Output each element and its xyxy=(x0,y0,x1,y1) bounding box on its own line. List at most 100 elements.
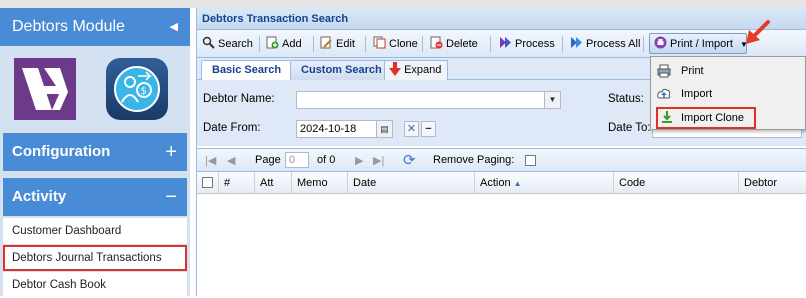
sort-asc-icon: ▲ xyxy=(513,179,522,188)
debtors-app-icon: $ xyxy=(106,58,168,120)
minus-icon[interactable]: − xyxy=(421,121,436,137)
process-icon xyxy=(500,37,511,48)
process-button[interactable]: Process xyxy=(499,35,555,53)
printer-icon xyxy=(657,64,671,78)
company-logo xyxy=(14,58,76,120)
edit-button[interactable]: Edit xyxy=(320,35,355,53)
tab-basic-search[interactable]: Basic Search xyxy=(201,60,293,81)
transaction-search-panel: Debtors Transaction Search Search Add Ed… xyxy=(196,8,806,296)
accordion-configuration[interactable]: Configuration + xyxy=(3,133,187,171)
sidebar-item-debtors-journal-transactions[interactable]: Debtors Journal Transactions xyxy=(3,245,187,271)
collapse-arrow-icon[interactable]: ◀ xyxy=(170,8,178,46)
annotation-arrow-icon xyxy=(746,20,770,44)
column-header[interactable]: # xyxy=(219,172,255,194)
search-label: Search xyxy=(218,38,253,50)
toolbar-separator xyxy=(643,36,644,52)
print-import-icon xyxy=(654,36,667,49)
toolbar-separator xyxy=(313,36,314,52)
page-number-input[interactable]: 0 xyxy=(285,152,309,168)
process-label: Process xyxy=(515,38,555,50)
expand-label: Expand xyxy=(404,64,442,76)
svg-text:$: $ xyxy=(141,86,147,97)
select-all-column[interactable] xyxy=(197,172,219,194)
delete-label: Delete xyxy=(446,38,478,50)
toolbar-separator xyxy=(490,36,491,52)
top-strip xyxy=(0,0,806,8)
column-header[interactable]: Debtor xyxy=(739,172,806,194)
process-all-icon xyxy=(571,37,582,48)
column-header[interactable]: Date xyxy=(348,172,475,194)
collapse-minus-icon[interactable]: − xyxy=(165,178,177,216)
debtor-name-label: Debtor Name: xyxy=(203,93,275,105)
delete-button[interactable]: Delete xyxy=(430,35,478,53)
column-header[interactable]: Memo xyxy=(292,172,348,194)
accordion-activity[interactable]: Activity − xyxy=(3,178,187,216)
clone-label: Clone xyxy=(389,38,418,50)
sidebar-item-debtor-cash-book[interactable]: Debtor Cash Book xyxy=(3,272,187,298)
toolbar-separator xyxy=(562,36,563,52)
add-label: Add xyxy=(282,38,302,50)
sidebar: Debtors Module ◀ $ Configuration + Activ… xyxy=(0,8,190,298)
calendar-icon[interactable]: ▤ xyxy=(376,121,392,137)
download-icon xyxy=(662,111,672,123)
sidebar-item-customer-dashboard[interactable]: Customer Dashboard xyxy=(3,218,187,244)
edit-label: Edit xyxy=(336,38,355,50)
date-from-field[interactable]: 2024-10-18 ▤ xyxy=(296,120,393,138)
select-all-checkbox[interactable] xyxy=(202,177,213,188)
panel-title: Debtors Transaction Search xyxy=(197,8,806,30)
down-arrow-icon xyxy=(389,62,401,76)
clear-date-icon[interactable]: ✕ xyxy=(404,121,419,137)
paging-toolbar: |◀ ◀ Page 0 of 0 ▶ ▶| ⟳ Remove Paging: xyxy=(197,148,806,172)
module-title: Debtors Module xyxy=(12,18,125,35)
tab-custom-search[interactable]: Custom Search xyxy=(290,60,393,80)
column-header[interactable]: Code xyxy=(614,172,739,194)
chevron-down-icon[interactable]: ▼ xyxy=(544,92,560,108)
clone-button[interactable]: Clone xyxy=(373,35,418,53)
refresh-icon[interactable]: ⟳ xyxy=(403,151,416,169)
page-label: Page xyxy=(255,154,281,166)
toolbar-separator xyxy=(259,36,260,52)
column-header-label: Action xyxy=(480,177,511,189)
toolbar: Search Add Edit Clone Delete Process Pro… xyxy=(197,30,806,58)
add-button[interactable]: Add xyxy=(266,35,302,53)
remove-paging-checkbox[interactable] xyxy=(525,155,536,166)
menu-item-print-label: Print xyxy=(681,65,704,77)
module-header[interactable]: Debtors Module ◀ xyxy=(0,8,190,46)
toolbar-separator xyxy=(422,36,423,52)
page-count-label: of 0 xyxy=(317,154,336,166)
last-page-icon[interactable]: ▶| xyxy=(373,154,384,167)
date-to-label: Date To: xyxy=(608,122,651,134)
first-page-icon[interactable]: |◀ xyxy=(205,154,216,167)
cloud-upload-icon xyxy=(657,88,671,99)
process-all-label: Process All xyxy=(586,38,641,50)
status-label: Status: xyxy=(608,93,644,105)
next-page-icon[interactable]: ▶ xyxy=(355,154,363,167)
menu-item-import-label: Import xyxy=(681,88,713,100)
expand-button[interactable]: Expand xyxy=(384,60,449,80)
print-import-menu: Print Import Import Clone xyxy=(650,56,806,130)
process-all-button[interactable]: Process All xyxy=(570,35,640,53)
date-from-label: Date From: xyxy=(203,122,261,134)
print-import-label: Print / Import xyxy=(670,38,733,50)
accordion-activity-label: Activity xyxy=(12,188,67,205)
search-button[interactable]: Search xyxy=(202,35,253,53)
delete-icon xyxy=(430,36,443,49)
search-icon xyxy=(202,36,215,49)
prev-page-icon[interactable]: ◀ xyxy=(227,154,235,167)
date-from-value: 2024-10-18 xyxy=(300,123,357,135)
debtor-name-combo[interactable]: ▼ xyxy=(296,91,561,109)
remove-paging-label: Remove Paging: xyxy=(433,154,515,166)
print-import-button[interactable]: Print / Import ▼ xyxy=(649,33,748,54)
menu-item-import-clone[interactable]: Import Clone xyxy=(656,107,756,129)
accordion-configuration-label: Configuration xyxy=(12,143,111,160)
edit-icon xyxy=(320,36,332,49)
menu-item-print[interactable]: Print xyxy=(651,60,805,82)
menu-item-import[interactable]: Import xyxy=(651,83,805,105)
grid-header: # Att Memo Date Action ▲ Code Debtor xyxy=(197,172,806,194)
clone-icon xyxy=(373,36,386,49)
column-header[interactable]: Att xyxy=(255,172,292,194)
add-icon xyxy=(266,36,279,49)
menu-item-import-clone-label: Import Clone xyxy=(681,112,744,124)
expand-plus-icon[interactable]: + xyxy=(165,133,177,171)
column-header-action[interactable]: Action ▲ xyxy=(475,172,614,194)
